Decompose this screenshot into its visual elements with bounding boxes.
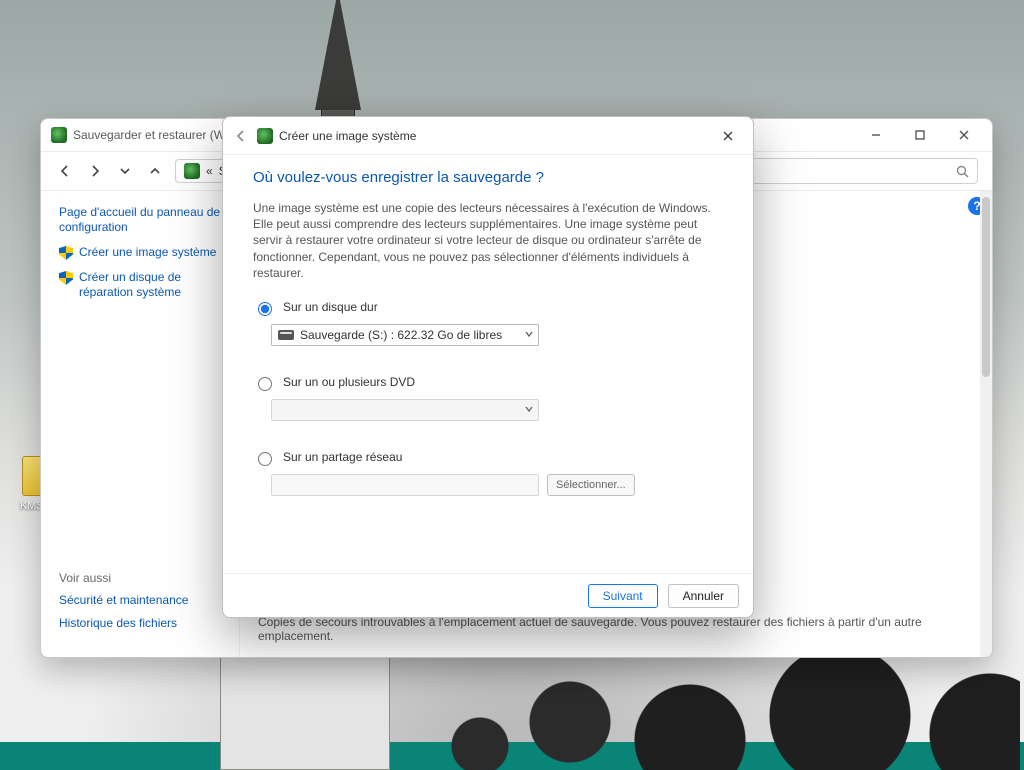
sidebar-home-link[interactable]: Page d'accueil du panneau de configurati… [59,205,225,235]
maximize-button[interactable] [898,121,942,149]
radio-dvd[interactable] [258,377,272,391]
wizard-app-icon [257,128,273,144]
radio-network-label[interactable]: Sur un partage réseau [283,450,402,464]
wizard-titlebar[interactable]: Créer une image système [223,117,753,155]
create-system-image-wizard: Créer une image système Où voulez-vous e… [222,116,754,618]
sidebar-history-link[interactable]: Historique des fichiers [59,616,188,631]
nav-up-button[interactable] [145,161,165,181]
wizard-heading: Où voulez-vous enregistrer la sauvegarde… [253,169,723,186]
sidebar-security-link[interactable]: Sécurité et maintenance [59,593,188,608]
dvd-select [271,399,539,421]
close-button[interactable] [942,121,986,149]
wizard-footer: Suivant Annuler [223,573,753,617]
radio-hard-disk-label[interactable]: Sur un disque dur [283,300,378,314]
wallpaper-foliage [420,650,1020,770]
chevron-down-icon [524,403,534,417]
radio-network[interactable] [258,452,272,466]
wizard-description: Une image système est une copie des lect… [253,200,723,281]
minimize-button[interactable] [854,121,898,149]
search-icon [956,165,969,178]
wizard-title: Créer une image système [279,129,416,143]
disk-icon [278,330,294,340]
nav-forward-button[interactable] [85,161,105,181]
option-network: Sur un partage réseau Sélectionner... [253,449,723,496]
wallpaper-tower [220,640,390,770]
wizard-body: Où voulez-vous enregistrer la sauvegarde… [223,155,753,573]
chevron-down-icon [524,328,534,342]
wizard-back-button[interactable] [233,128,249,144]
network-select-button[interactable]: Sélectionner... [547,474,635,496]
see-also-heading: Voir aussi [59,571,188,585]
nav-back-button[interactable] [55,161,75,181]
nav-recent-button[interactable] [115,161,135,181]
network-path-input[interactable] [271,474,539,496]
hard-disk-value: Sauvegarde (S:) : 622.32 Go de libres [300,328,502,342]
shield-icon [59,271,73,285]
radio-hard-disk[interactable] [258,302,272,316]
sidebar-create-repair-link[interactable]: Créer un disque de réparation système [59,270,225,300]
app-icon [51,127,67,143]
cancel-button[interactable]: Annuler [668,584,739,608]
shield-icon [59,246,73,260]
breadcrumb-prefix: « [206,164,213,178]
radio-dvd-label[interactable]: Sur un ou plusieurs DVD [283,375,415,389]
sidebar: Page d'accueil du panneau de configurati… [41,191,239,657]
option-hard-disk: Sur un disque dur Sauvegarde (S:) : 622.… [253,299,723,346]
address-icon [184,163,200,179]
wizard-close-button[interactable] [711,122,745,150]
option-dvd: Sur un ou plusieurs DVD [253,374,723,421]
next-button[interactable]: Suivant [588,584,658,608]
restore-hint: Copies de secours introuvables à l'empla… [258,615,974,643]
sidebar-create-image-link[interactable]: Créer une image système [59,245,225,260]
hard-disk-select[interactable]: Sauvegarde (S:) : 622.32 Go de libres [271,324,539,346]
